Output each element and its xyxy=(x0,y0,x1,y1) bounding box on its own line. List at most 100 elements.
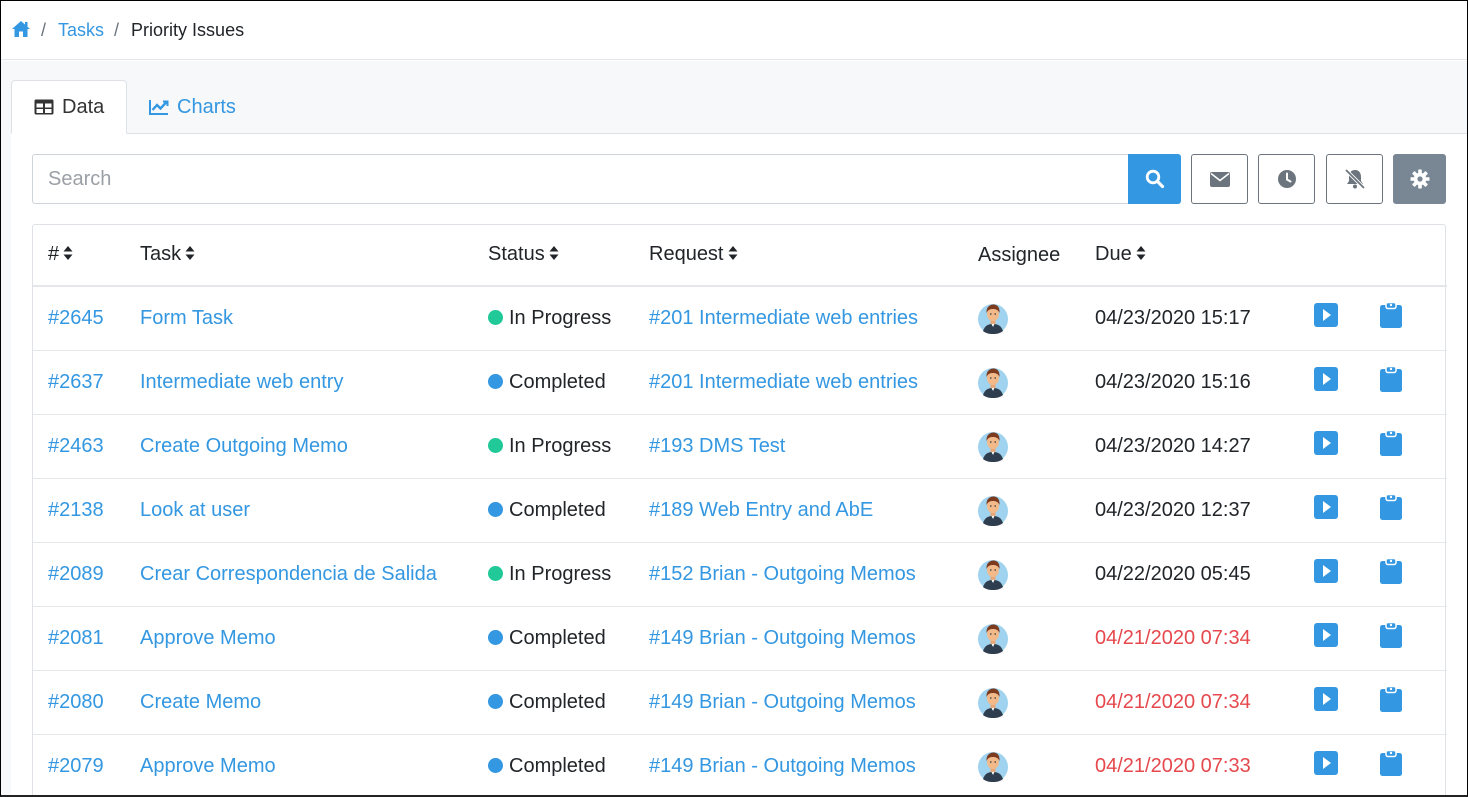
open-task-icon[interactable] xyxy=(1314,751,1338,781)
task-name-link[interactable]: Approve Memo xyxy=(140,627,276,649)
open-task-icon[interactable] xyxy=(1314,431,1338,461)
task-name-link[interactable]: Form Task xyxy=(140,307,233,329)
status-text: In Progress xyxy=(509,434,612,457)
open-task-icon[interactable] xyxy=(1314,303,1338,333)
column-header-due[interactable]: Due xyxy=(1080,225,1299,287)
sort-icon xyxy=(728,244,738,267)
status-text: In Progress xyxy=(509,306,612,329)
search-toolbar xyxy=(32,154,1447,204)
request-link[interactable]: #193 DMS Test xyxy=(649,435,785,457)
tasks-table-container: # Task Status Request Assignee Due #2645… xyxy=(32,224,1447,795)
task-name-link[interactable]: Create Outgoing Memo xyxy=(140,435,348,457)
task-id-link[interactable]: #2080 xyxy=(48,691,104,713)
app-window: / Tasks / Priority Issues Data Charts Se… xyxy=(0,0,1468,797)
breadcrumb-separator: / xyxy=(114,19,120,40)
task-id-link[interactable]: #2637 xyxy=(48,371,104,393)
request-link[interactable]: #149 Brian - Outgoing Memos xyxy=(649,755,916,777)
task-name-link[interactable]: Create Memo xyxy=(140,691,261,713)
table-row: #2637 Intermediate web entry Completed #201… xyxy=(33,350,1447,415)
assignee-avatar[interactable] xyxy=(978,558,1008,590)
clipboard-icon[interactable] xyxy=(1380,685,1402,718)
request-link[interactable]: #152 Brian - Outgoing Memos xyxy=(649,563,916,585)
status-text: Completed xyxy=(509,690,606,713)
clipboard-icon[interactable] xyxy=(1380,302,1402,334)
tab-bar: Data Charts xyxy=(11,80,1467,134)
table-row: #2081 Approve Memo Completed #149 Brian - O… xyxy=(33,606,1447,671)
table-header-row: # Task Status Request Assignee Due xyxy=(33,225,1447,287)
table-row: #2080 Create Memo Completed #149 Brian - Ou… xyxy=(33,670,1447,735)
tab-charts-label: Charts xyxy=(177,95,236,118)
clipboard-icon[interactable] xyxy=(1380,365,1402,398)
envelope-icon xyxy=(1209,171,1230,187)
search-input[interactable] xyxy=(32,154,1129,204)
clipboard-icon[interactable] xyxy=(1380,493,1402,526)
request-link[interactable]: #189 Web Entry and AbE xyxy=(649,499,873,521)
task-name-link[interactable]: Crear Correspondencia de Salida xyxy=(140,563,437,585)
column-header-status[interactable]: Status xyxy=(473,225,634,287)
request-link[interactable]: #201 Intermediate web entries xyxy=(649,371,918,393)
table-row: #2089 Crear Correspondencia de Salida In P… xyxy=(33,542,1447,607)
breadcrumb-separator: / xyxy=(41,19,47,40)
clipboard-icon[interactable] xyxy=(1380,429,1402,462)
request-link[interactable]: #149 Brian - Outgoing Memos xyxy=(649,691,916,713)
line-chart-icon xyxy=(149,100,169,115)
task-id-link[interactable]: #2089 xyxy=(48,563,104,585)
assignee-avatar[interactable] xyxy=(978,750,1008,782)
column-header-id[interactable]: # xyxy=(33,225,125,287)
column-header-request[interactable]: Request xyxy=(634,225,963,287)
email-button[interactable] xyxy=(1191,154,1248,204)
assignee-avatar[interactable] xyxy=(978,302,1008,335)
assignee-avatar[interactable] xyxy=(978,622,1008,654)
clipboard-icon[interactable] xyxy=(1380,557,1402,590)
notifications-off-button[interactable] xyxy=(1326,154,1383,204)
request-link[interactable]: #201 Intermediate web entries xyxy=(649,307,918,329)
clipboard-icon[interactable] xyxy=(1380,621,1402,654)
search-icon xyxy=(1145,169,1164,189)
breadcrumb: / Tasks / Priority Issues xyxy=(1,1,1467,60)
due-date: 04/21/2020 07:34 xyxy=(1095,626,1251,649)
sort-icon xyxy=(1136,244,1146,267)
status-dot xyxy=(488,373,503,389)
task-name-link[interactable]: Look at user xyxy=(140,499,250,521)
task-name-link[interactable]: Approve Memo xyxy=(140,755,276,777)
task-id-link[interactable]: #2079 xyxy=(48,755,104,777)
status-text: Completed xyxy=(509,370,606,393)
clock-icon xyxy=(1277,170,1296,188)
column-header-task[interactable]: Task xyxy=(125,225,473,287)
tab-data-label: Data xyxy=(62,95,105,118)
column-header-assignee: Assignee xyxy=(963,225,1080,287)
sort-icon xyxy=(63,244,73,267)
tab-charts[interactable]: Charts xyxy=(129,80,256,134)
due-date: 04/21/2020 07:34 xyxy=(1095,690,1251,713)
task-id-link[interactable]: #2463 xyxy=(48,435,104,457)
open-task-icon[interactable] xyxy=(1314,367,1338,397)
table-row: #2138 Look at user Completed #189 Web Entry… xyxy=(33,478,1447,543)
request-link[interactable]: #149 Brian - Outgoing Memos xyxy=(649,627,916,649)
assignee-avatar[interactable] xyxy=(978,366,1008,398)
history-button[interactable] xyxy=(1258,154,1315,204)
status-dot xyxy=(488,309,503,325)
assignee-avatar[interactable] xyxy=(978,494,1008,526)
task-name-link[interactable]: Intermediate web entry xyxy=(140,371,343,393)
task-id-link[interactable]: #2138 xyxy=(48,499,104,521)
task-id-link[interactable]: #2645 xyxy=(48,307,104,329)
search-button[interactable] xyxy=(1128,154,1181,204)
task-id-link[interactable]: #2081 xyxy=(48,627,104,649)
sort-icon xyxy=(185,244,195,267)
open-task-icon[interactable] xyxy=(1314,559,1338,589)
breadcrumb-tasks-link[interactable]: Tasks xyxy=(58,20,104,41)
status-text: Completed xyxy=(509,754,606,777)
column-header-actions xyxy=(1299,225,1365,287)
open-task-icon[interactable] xyxy=(1314,623,1338,653)
open-task-icon[interactable] xyxy=(1314,687,1338,717)
due-date: 04/23/2020 14:27 xyxy=(1095,434,1251,457)
tab-data[interactable]: Data xyxy=(11,80,127,134)
assignee-avatar[interactable] xyxy=(978,430,1008,462)
status-dot xyxy=(488,501,503,517)
settings-button[interactable] xyxy=(1393,154,1446,204)
assignee-avatar[interactable] xyxy=(978,686,1008,718)
status-dot xyxy=(488,629,503,645)
home-icon[interactable] xyxy=(11,20,31,40)
open-task-icon[interactable] xyxy=(1314,495,1338,525)
clipboard-icon[interactable] xyxy=(1380,749,1402,782)
